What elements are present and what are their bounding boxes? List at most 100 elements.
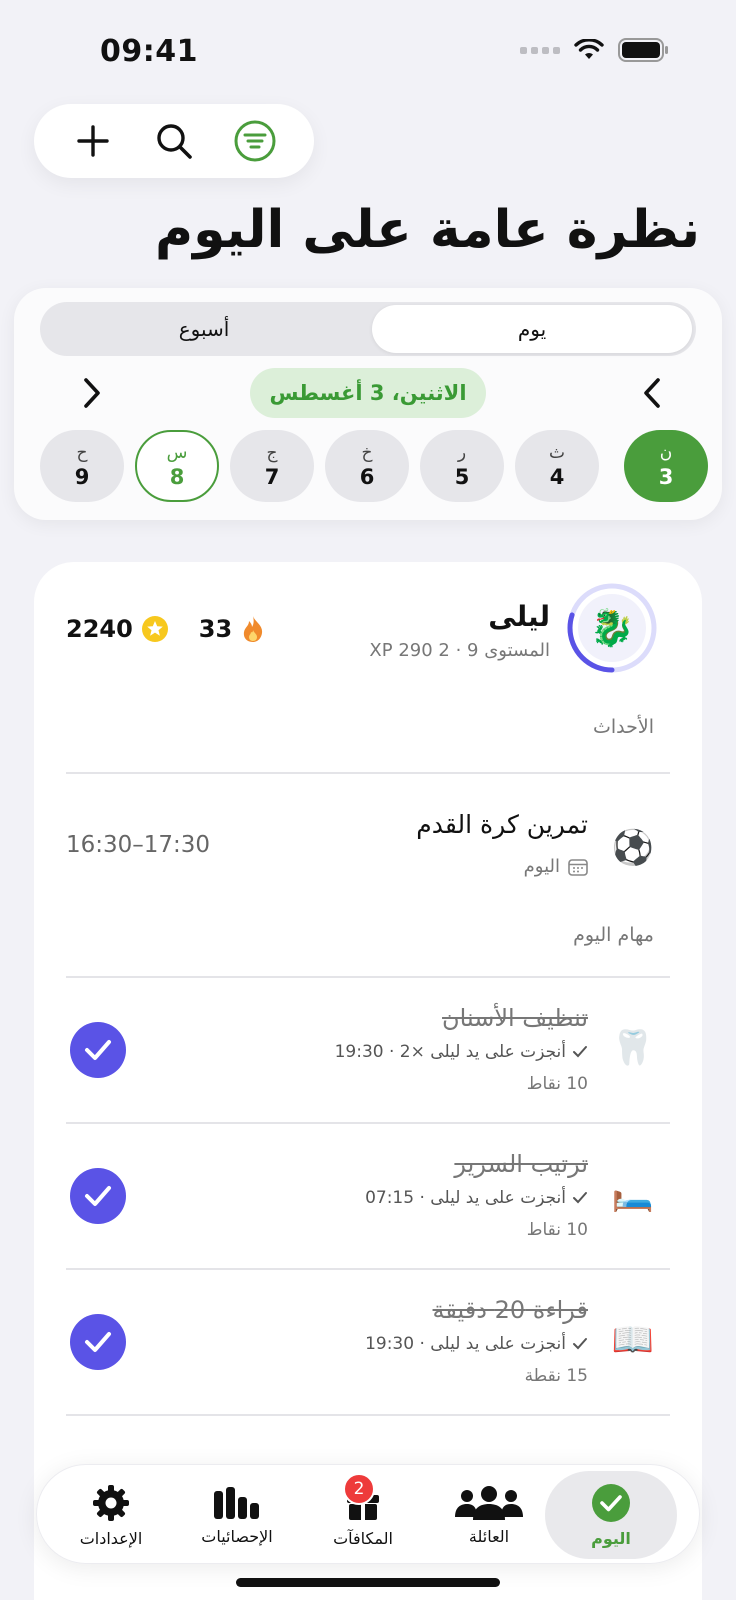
checkmark-icon [85,1332,111,1352]
day-number: 5 [454,465,470,489]
small-check-icon [573,1046,587,1058]
task-complete-toggle[interactable] [70,1168,126,1224]
tooth-icon: 🦷 [611,1028,654,1068]
profile-name: ليلى [488,600,550,633]
event-date: اليوم [524,856,588,877]
view-segmented-control: أسبوع يوم [40,302,696,356]
day-number: 8 [169,465,185,489]
checkmark-icon [85,1186,111,1206]
task-row[interactable]: 📖 قراءة 20 دقيقة أنجزت على يد ليلى · 19:… [34,1270,702,1416]
tab-label: المكافآت [333,1528,393,1548]
gear-icon [93,1484,129,1521]
date-card: أسبوع يوم الاثنين، 3 أغسطس ح 9 س 8 ج 7 خ… [14,288,722,520]
tab-statistics[interactable]: الإحصائيات [171,1471,303,1559]
level-progress-ring: 🐉 [567,583,657,673]
status-icons [520,38,670,62]
plus-icon [76,125,109,157]
small-check-icon [573,1192,587,1204]
day-letter: ث [548,443,565,463]
day-number: 4 [549,465,565,489]
previous-day-button[interactable] [632,373,672,413]
top-toolbar [34,104,314,178]
divider [66,1414,670,1416]
task-row[interactable]: 🦷 تنظيف الأسنان أنجزت على يد ليلى ×2 · 1… [34,978,702,1124]
avatar[interactable]: 🐉 [566,582,658,674]
task-completion-text: أنجزت على يد ليلى ×2 · 19:30 [334,1042,566,1062]
task-completion-info: أنجزت على يد ليلى ×2 · 19:30 [335,1042,588,1062]
day-number: 3 [658,465,674,489]
filter-icon [234,120,276,162]
tab-label: الإحصائيات [201,1526,273,1546]
star-icon [141,616,168,642]
overview-card: 🐉 ليلى المستوى 9 · 2 290 XP 2240 33 الأح… [34,562,702,1600]
next-day-button[interactable] [72,373,112,413]
segment-week[interactable]: أسبوع [44,305,364,353]
day-number: 6 [359,465,375,489]
day-number: 9 [74,465,90,489]
tab-label: العائلة [468,1526,510,1546]
small-check-icon [573,1338,587,1350]
task-completion-info: أنجزت على يد ليلى · 07:15 [365,1188,588,1208]
task-completion-text: أنجزت على يد ليلى · 07:15 [365,1188,566,1208]
day-number: 7 [264,465,280,489]
soccer-ball-icon: ⚽ [611,828,654,868]
tab-settings[interactable]: الإعدادات [45,1471,177,1559]
day-letter: ح [76,443,88,463]
status-time: 09:41 [100,34,198,69]
task-complete-toggle[interactable] [70,1314,126,1370]
event-date-label: اليوم [523,856,560,877]
search-icon [157,124,192,159]
cellular-icon [520,46,560,54]
chevron-right-icon [84,378,100,408]
day-chip-3-selected[interactable]: ن 3 [624,430,708,502]
event-time: 16:30–17:30 [66,832,211,858]
search-button[interactable] [148,115,200,167]
family-icon [455,1485,523,1520]
event-title[interactable]: تمرين كرة القدم [416,810,588,839]
tab-rewards[interactable]: المكافآت 2 [297,1471,429,1559]
book-icon: 📖 [611,1320,654,1360]
segment-day[interactable]: يوم [372,305,692,353]
day-chip-7[interactable]: ج 7 [230,430,314,502]
bar-chart-icon [214,1486,259,1519]
task-points: 15 نقطة [524,1366,588,1386]
flame-icon [244,616,263,642]
chevron-left-icon [644,378,660,408]
page-title: نظرة عامة على اليوم [155,200,700,260]
task-completion-text: أنجزت على يد ليلى · 19:30 [365,1334,566,1354]
profile-level: المستوى 9 · 2 290 XP [369,640,550,661]
tab-label: الإعدادات [79,1528,143,1548]
tasks-section-label: مهام اليوم [573,924,654,946]
task-points: 10 نقاط [526,1074,588,1094]
battery-icon [618,38,668,62]
bottom-tab-bar: الإعدادات الإحصائيات المكافآت 2 العائلة … [36,1464,700,1564]
task-title: تنظيف الأسنان [442,1004,588,1032]
day-chip-8[interactable]: س 8 [135,430,219,502]
task-completion-info: أنجزت على يد ليلى · 19:30 [365,1334,588,1354]
stars-stat: 2240 [66,615,169,643]
events-section-label: الأحداث [593,716,654,738]
task-title: قراءة 20 دقيقة [432,1296,588,1324]
day-strip: ح 9 س 8 ج 7 خ 6 ر 5 ث 4 ن 3 [40,430,710,502]
day-chip-4[interactable]: ث 4 [515,430,599,502]
day-letter: س [166,443,188,463]
checkmark-icon [85,1040,111,1060]
day-letter: خ [361,443,373,463]
task-row[interactable]: 🛏️ ترتيب السرير أنجزت على يد ليلى · 07:1… [34,1124,702,1270]
current-date-pill[interactable]: الاثنين، 3 أغسطس [250,368,486,418]
streak-stat: 33 [199,614,266,644]
tab-today[interactable]: اليوم [545,1471,677,1559]
task-points: 10 نقاط [526,1220,588,1240]
rewards-badge: 2 [343,1473,375,1505]
tab-family[interactable]: العائلة [423,1471,555,1559]
task-complete-toggle[interactable] [70,1022,126,1078]
stars-count: 2240 [66,615,133,643]
day-chip-5[interactable]: ر 5 [420,430,504,502]
filter-button[interactable] [229,115,281,167]
wifi-icon [574,39,604,59]
tab-label: اليوم [591,1528,631,1548]
add-button[interactable] [67,115,119,167]
day-chip-9[interactable]: ح 9 [40,430,124,502]
calendar-icon [568,858,588,876]
day-chip-6[interactable]: خ 6 [325,430,409,502]
